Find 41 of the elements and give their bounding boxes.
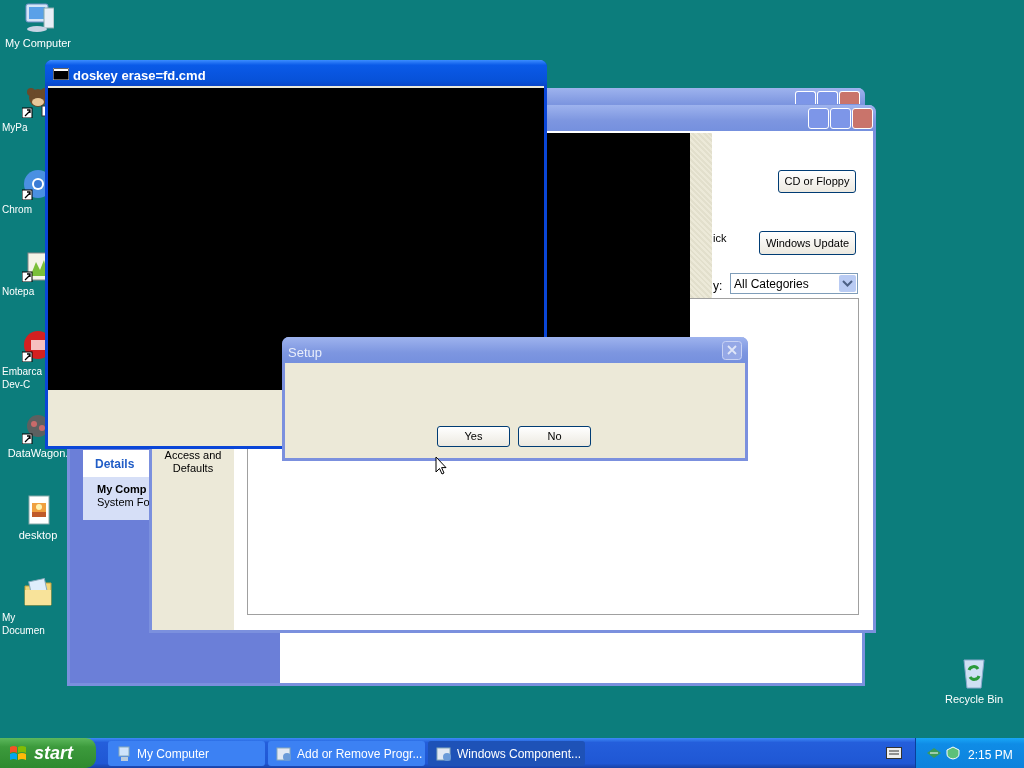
category-label: y: xyxy=(713,278,723,295)
shield-icon xyxy=(946,746,960,760)
minimize-button[interactable] xyxy=(795,91,816,104)
icon-label[interactable]: My Documen xyxy=(2,611,44,637)
clock: 2:15 PM xyxy=(968,747,1013,764)
close-button[interactable] xyxy=(852,108,873,129)
icon-label[interactable]: Chrom xyxy=(2,203,32,216)
network-icon xyxy=(926,746,942,760)
window-title: doskey erase=fd.cmd xyxy=(73,67,206,85)
taskbar-button[interactable]: Add or Remove Progr... xyxy=(268,741,425,766)
no-button[interactable]: No xyxy=(518,426,591,447)
category-dropdown[interactable]: All Categories xyxy=(730,273,858,294)
yes-button[interactable]: Yes xyxy=(437,426,510,447)
partial-text: ick xyxy=(713,231,727,246)
keyboard-icon xyxy=(886,747,902,759)
icon-label[interactable]: Recycle Bin xyxy=(944,693,1004,706)
cursor-icon xyxy=(435,456,447,476)
windows-logo-icon xyxy=(8,744,28,762)
program-icon xyxy=(276,745,292,762)
icon-label[interactable]: DataWagon. xyxy=(7,447,69,460)
program-icon xyxy=(436,745,452,762)
taskbar-button[interactable]: Windows Component... xyxy=(428,741,585,766)
icon-label[interactable]: desktop xyxy=(18,529,58,542)
icon-label[interactable]: My Computer xyxy=(5,37,71,50)
cd-floppy-button[interactable]: CD or Floppy xyxy=(778,170,856,193)
icon-label[interactable]: MyPa xyxy=(2,121,28,134)
windows-update-button[interactable]: Windows Update xyxy=(759,231,856,255)
close-icon xyxy=(722,341,742,360)
maximize-button[interactable] xyxy=(830,108,851,129)
icon-label[interactable]: Embarca Dev-C xyxy=(2,365,44,391)
console-icon xyxy=(53,68,69,80)
taskbar-button[interactable]: My Computer xyxy=(108,741,265,766)
dialog-title: Setup xyxy=(288,344,322,362)
item-type: System Fo xyxy=(96,496,151,509)
icon-label[interactable]: Notepa xyxy=(2,285,35,298)
item-name: My Comp xyxy=(96,482,148,496)
computer-icon xyxy=(116,745,132,762)
minimize-button[interactable] xyxy=(808,108,829,129)
close-button[interactable] xyxy=(839,91,860,104)
maximize-button[interactable] xyxy=(817,91,838,104)
start-button[interactable]: start xyxy=(0,738,96,768)
